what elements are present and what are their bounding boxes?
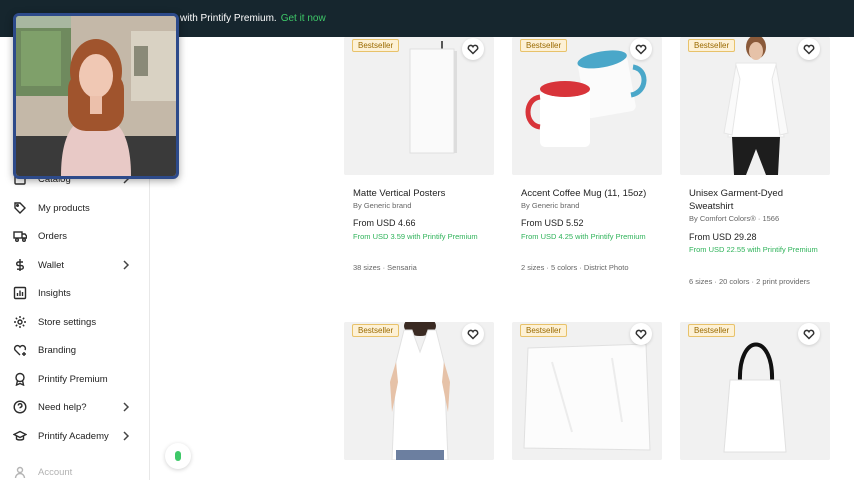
favorite-button[interactable] bbox=[462, 38, 484, 60]
sidebar-item-label: Branding bbox=[38, 345, 77, 356]
sidebar-item-label: Orders bbox=[38, 231, 68, 242]
premium-price: From USD 3.59 with Printify Premium bbox=[353, 232, 478, 241]
sidebar-item-label: Wallet bbox=[38, 260, 65, 271]
product-price: From USD 29.28 bbox=[689, 232, 757, 242]
product-meta: 38 sizes · Sensaria bbox=[353, 263, 417, 272]
sidebar-item-label: Printify Premium bbox=[38, 374, 108, 385]
product-name[interactable]: Accent Coffee Mug (11, 15oz) bbox=[521, 187, 661, 200]
product-brand: By Generic brand bbox=[521, 201, 580, 210]
sidebar-item-label: Account bbox=[38, 467, 73, 478]
bestseller-badge: Bestseller bbox=[520, 324, 568, 337]
promo-text-line: with Printify Premium. Get it now bbox=[180, 13, 326, 24]
user-icon bbox=[13, 465, 27, 479]
product-name[interactable]: Unisex Garment-Dyed Sweatshirt bbox=[689, 187, 829, 213]
sidebar-item-label: Need help? bbox=[38, 402, 87, 413]
chat-icon bbox=[175, 451, 181, 461]
chevron-right-icon bbox=[121, 259, 131, 271]
heart-icon bbox=[635, 44, 647, 55]
favorite-button[interactable] bbox=[798, 38, 820, 60]
medal-icon bbox=[13, 372, 27, 387]
help-chat-button[interactable] bbox=[165, 443, 191, 469]
webcam-overlay bbox=[13, 13, 179, 179]
sidebar-item-insights[interactable]: Insights bbox=[0, 280, 150, 306]
sidebar-item-printify-premium[interactable]: Printify Premium bbox=[0, 366, 150, 392]
bestseller-badge: Bestseller bbox=[352, 324, 400, 337]
sidebar-item-account[interactable]: Account bbox=[0, 459, 150, 485]
dollar-icon bbox=[13, 258, 27, 272]
product-name[interactable]: Matte Vertical Posters bbox=[353, 187, 493, 200]
favorite-button[interactable] bbox=[462, 323, 484, 345]
chevron-right-icon bbox=[121, 401, 131, 413]
product-brand: By Generic brand bbox=[353, 201, 412, 210]
bestseller-badge: Bestseller bbox=[688, 324, 736, 337]
heart-icon bbox=[467, 44, 479, 55]
chevron-right-icon bbox=[121, 430, 131, 442]
favorite-button[interactable] bbox=[630, 38, 652, 60]
product-meta: 2 sizes · 5 colors · District Photo bbox=[521, 263, 629, 272]
tag-icon bbox=[13, 201, 27, 215]
bestseller-badge: Bestseller bbox=[520, 39, 568, 52]
heart-icon bbox=[803, 329, 815, 340]
truck-icon bbox=[13, 229, 28, 243]
premium-price: From USD 22.55 with Printify Premium bbox=[689, 245, 818, 254]
sidebar-item-orders[interactable]: Orders bbox=[0, 223, 150, 249]
sidebar-item-label: Insights bbox=[38, 288, 71, 299]
heart-icon bbox=[803, 44, 815, 55]
bestseller-badge: Bestseller bbox=[688, 39, 736, 52]
favorite-button[interactable] bbox=[798, 323, 820, 345]
sidebar-item-label: Printify Academy bbox=[38, 431, 109, 442]
bestseller-badge: Bestseller bbox=[352, 39, 400, 52]
gear-icon bbox=[13, 315, 27, 329]
sidebar-item-need-help[interactable]: Need help? bbox=[0, 394, 150, 420]
heart-plus-icon bbox=[13, 343, 27, 357]
favorite-button[interactable] bbox=[630, 323, 652, 345]
product-price: From USD 5.52 bbox=[521, 218, 584, 228]
get-premium-link[interactable]: Get it now bbox=[281, 13, 326, 24]
heart-icon bbox=[635, 329, 647, 340]
heart-icon bbox=[467, 329, 479, 340]
sidebar-item-label: Store settings bbox=[38, 317, 97, 328]
sidebar-item-branding[interactable]: Branding bbox=[0, 337, 150, 363]
chart-icon bbox=[13, 286, 27, 300]
sidebar-item-my-products[interactable]: My products bbox=[0, 195, 150, 221]
graduation-cap-icon bbox=[12, 429, 28, 443]
presenter-video bbox=[16, 16, 176, 176]
product-brand: By Comfort Colors® · 1566 bbox=[689, 214, 780, 223]
sidebar-item-label: My products bbox=[38, 203, 90, 214]
sidebar-item-printify-academy[interactable]: Printify Academy bbox=[0, 423, 150, 449]
question-icon bbox=[13, 400, 27, 414]
premium-price: From USD 4.25 with Printify Premium bbox=[521, 232, 646, 241]
sidebar-item-wallet[interactable]: Wallet bbox=[0, 252, 150, 278]
product-price: From USD 4.66 bbox=[353, 218, 416, 228]
promo-text: with Printify Premium. bbox=[180, 13, 277, 24]
product-meta: 6 sizes · 20 colors · 2 print providers bbox=[689, 277, 810, 286]
sidebar-item-store-settings[interactable]: Store settings bbox=[0, 309, 150, 335]
